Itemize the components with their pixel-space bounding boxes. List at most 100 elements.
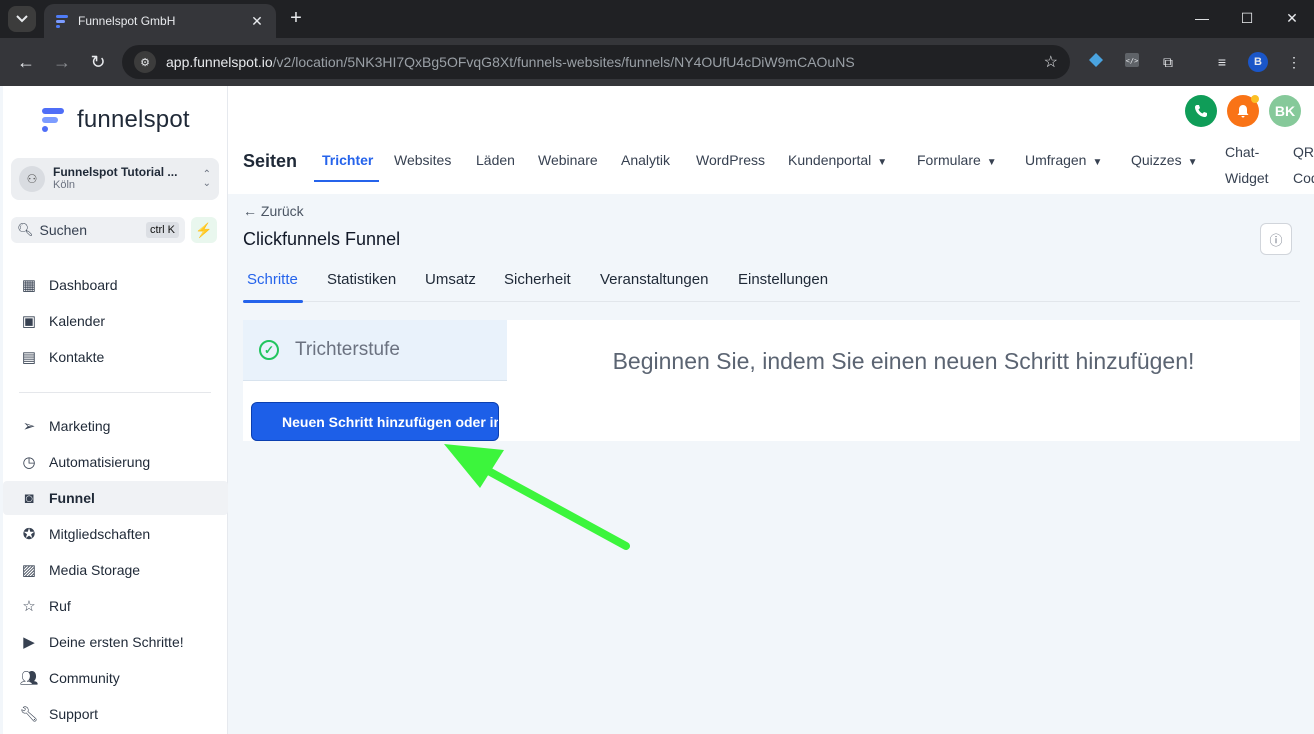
tab-schritte[interactable]: Schritte: [247, 271, 298, 288]
back-link[interactable]: ← Zurück: [243, 203, 304, 219]
funnel-step-item[interactable]: ✓ Trichterstufe: [243, 320, 507, 381]
funnelspot-logo[interactable]: funnelspot: [39, 106, 190, 134]
close-tab-icon[interactable]: ✕: [248, 13, 266, 30]
bookmark-star-icon[interactable]: ☆: [1044, 52, 1058, 72]
phone-icon: [1195, 105, 1207, 117]
section-title: Seiten: [243, 151, 298, 171]
tab-umfragen[interactable]: Umfragen ▼: [1025, 152, 1102, 168]
search-label: Suchen: [39, 222, 87, 238]
browser-tab-bar: Funnelspot GmbH ✕ + — ☐ ✕: [0, 0, 1314, 38]
tab-umsatz[interactable]: Umsatz: [425, 271, 476, 288]
funnel-step-label: Trichterstufe: [295, 339, 400, 360]
dashboard-icon: ▦: [21, 277, 37, 294]
more-menu-icon[interactable]: ⋮: [1284, 52, 1304, 72]
location-avatar-icon: ⚇: [19, 166, 45, 192]
play-icon: ▶: [23, 634, 35, 651]
tab-sicherheit[interactable]: Sicherheit: [504, 271, 571, 288]
info-icon[interactable]: ⓘ: [1260, 223, 1292, 255]
user-avatar[interactable]: BK: [1269, 95, 1301, 127]
chevron-updown-icon: ⌃ ⌄: [202, 169, 211, 189]
chevron-down-icon: [16, 15, 28, 23]
tab-trichter[interactable]: Trichter: [322, 152, 373, 168]
chevron-down-icon: ▼: [877, 157, 888, 168]
forward-arrow-icon[interactable]: →: [50, 50, 74, 74]
tab-formulare[interactable]: Formulare ▼: [917, 152, 997, 168]
location-switcher[interactable]: ⚇ Funnelspot Tutorial ... Köln ⌃ ⌄: [11, 158, 219, 200]
active-subtab-underline: [243, 300, 303, 303]
check-circle-icon: ✓: [259, 340, 279, 360]
tab-webinare[interactable]: Webinare: [538, 152, 598, 168]
funnelspot-favicon-icon: [54, 13, 70, 29]
subtab-divider: [243, 301, 1300, 302]
funnel-steps-panel: ✓ Trichterstufe Neuen Schritt hinzufügen…: [243, 320, 507, 441]
tab-analytik[interactable]: Analytik: [621, 152, 670, 168]
sidebar-item-community[interactable]: 👥︎ Community: [11, 661, 225, 695]
empty-state-panel: Beginnen Sie, indem Sie einen neuen Schr…: [507, 320, 1300, 441]
profile-avatar[interactable]: B: [1248, 52, 1268, 72]
send-icon: ➢: [22, 418, 36, 435]
sidebar-item-erste-schritte[interactable]: ▶ Deine ersten Schritte!: [11, 625, 225, 659]
media-queue-icon[interactable]: ≡: [1212, 52, 1232, 72]
chevron-down-icon: ▼: [1092, 157, 1103, 168]
tab-chat-widget[interactable]: Chat- Widget: [1225, 139, 1269, 191]
extension-code-icon[interactable]: </>: [1122, 52, 1142, 72]
chevron-down-icon: ▼: [986, 157, 997, 168]
tab-title: Funnelspot GmbH: [78, 14, 176, 28]
annotation-arrow-icon: [444, 444, 630, 550]
sidebar-item-funnel[interactable]: ◙ Funnel: [3, 481, 228, 515]
sidebar-item-automatisierung[interactable]: ◷ Automatisierung: [11, 445, 225, 479]
tab-statistiken[interactable]: Statistiken: [327, 271, 396, 288]
search-input[interactable]: 🔍︎ Suchen ctrl K: [11, 217, 185, 243]
location-city: Köln: [53, 179, 76, 191]
search-shortcut: ctrl K: [145, 222, 179, 238]
back-arrow-icon[interactable]: ←: [14, 50, 38, 74]
quick-action-bolt-icon[interactable]: ⚡: [191, 217, 217, 243]
phone-button[interactable]: [1185, 95, 1217, 127]
sidebar-item-dashboard[interactable]: ▦ Dashboard: [11, 268, 225, 302]
maximize-button[interactable]: ☐: [1237, 10, 1257, 27]
browser-tab[interactable]: Funnelspot GmbH ✕: [44, 4, 276, 38]
sidebar-item-marketing[interactable]: ➢ Marketing: [11, 409, 225, 443]
location-name: Funnelspot Tutorial ...: [53, 165, 178, 179]
sidebar-item-mitgliedschaften[interactable]: ✪ Mitgliedschaften: [11, 517, 225, 551]
sidebar-item-media-storage[interactable]: ▨ Media Storage: [11, 553, 225, 587]
new-tab-button[interactable]: +: [286, 8, 306, 28]
sidebar-item-support[interactable]: 🔧︎ Support: [11, 697, 225, 731]
site-info-icon[interactable]: ⚙: [134, 51, 156, 73]
wrench-icon: 🔧︎: [19, 706, 39, 723]
funnel-icon: ◙: [24, 489, 34, 507]
star-icon: ☆: [22, 598, 36, 615]
notifications-button[interactable]: [1227, 95, 1259, 127]
tab-quizzes[interactable]: Quizzes ▼: [1131, 152, 1197, 168]
browser-toolbar: ← → ↻ ⚙ app.funnelspot.io/v2/location/5N…: [0, 38, 1314, 86]
url-text[interactable]: app.funnelspot.io/v2/location/5NK3HI7QxB…: [166, 54, 1044, 70]
empty-state-message: Beginnen Sie, indem Sie einen neuen Schr…: [612, 348, 1195, 374]
page-title: Clickfunnels Funnel: [243, 229, 401, 249]
sidebar-item-ruf[interactable]: ☆ Ruf: [11, 589, 225, 623]
notification-dot: [1251, 95, 1259, 103]
sidebar-item-kontakte[interactable]: ▤ Kontakte: [11, 340, 225, 374]
reload-icon[interactable]: ↻: [86, 50, 110, 74]
close-window-button[interactable]: ✕: [1282, 10, 1302, 27]
tab-laeden[interactable]: Läden: [476, 152, 515, 168]
tab-kundenportal[interactable]: Kundenportal ▼: [788, 152, 887, 168]
contacts-icon: ▤: [21, 349, 37, 366]
app-area: funnelspot ⚇ Funnelspot Tutorial ... Köl…: [0, 86, 1314, 734]
tab-websites[interactable]: Websites: [394, 152, 451, 168]
minimize-button[interactable]: —: [1192, 10, 1212, 26]
sidebar-divider: [19, 392, 211, 393]
extension-diamond-icon[interactable]: [1086, 52, 1106, 72]
tab-wordpress[interactable]: WordPress: [696, 152, 765, 168]
tab-einstellungen[interactable]: Einstellungen: [738, 271, 828, 288]
tab-search-button[interactable]: [8, 6, 36, 32]
top-header: BK Seiten Trichter Websites Läden Webina…: [228, 86, 1314, 194]
address-bar[interactable]: ⚙ app.funnelspot.io/v2/location/5NK3HI7Q…: [122, 45, 1070, 79]
tab-veranstaltungen[interactable]: Veranstaltungen: [600, 271, 708, 288]
calendar-icon: ▣: [21, 313, 37, 330]
sidebar: funnelspot ⚇ Funnelspot Tutorial ... Köl…: [3, 86, 228, 734]
sidebar-item-kalender[interactable]: ▣ Kalender: [11, 304, 225, 338]
automation-icon: ◷: [22, 454, 36, 471]
image-icon: ▨: [21, 562, 37, 579]
tab-qr-code[interactable]: QR-Cod: [1293, 139, 1314, 191]
extensions-puzzle-icon[interactable]: ⧉: [1158, 52, 1178, 72]
